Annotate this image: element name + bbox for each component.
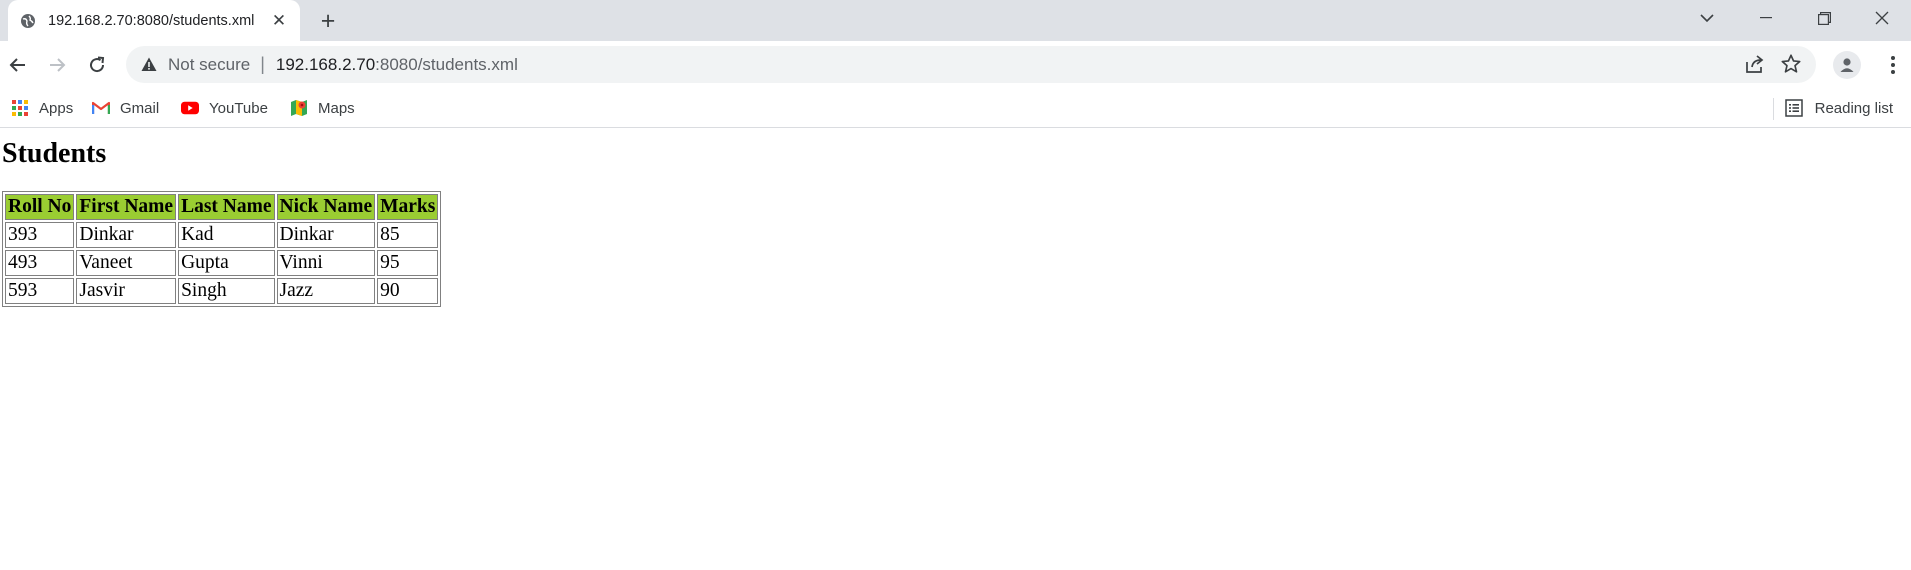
page-title: Students: [2, 138, 107, 169]
bookmark-maps[interactable]: Maps: [290, 88, 355, 128]
bookmark-label: Apps: [39, 99, 74, 117]
table-row: 493 Vaneet Gupta Vinni 95: [5, 250, 439, 276]
cell-first-name: Jasvir: [76, 278, 177, 304]
cell-nick-name: Jazz: [276, 278, 376, 304]
reload-icon[interactable]: [81, 49, 113, 81]
new-tab-icon[interactable]: +: [314, 7, 342, 35]
column-header-nick-name: Nick Name: [276, 194, 376, 220]
tab-title: 192.168.2.70:8080/students.xml: [48, 12, 255, 29]
gmail-icon: [92, 99, 110, 117]
cell-marks: 90: [377, 278, 439, 304]
column-header-first-name: First Name: [76, 194, 177, 220]
cell-marks: 85: [377, 222, 439, 248]
url-host: 192.168.2.70: [275, 54, 376, 74]
share-icon[interactable]: [1744, 54, 1766, 76]
window-close-icon[interactable]: [1853, 0, 1911, 36]
bookmark-youtube[interactable]: YouTube: [181, 88, 268, 128]
bookmarks-bar: Apps Gmail YouTube Maps Reading list: [0, 88, 1911, 128]
minimize-icon[interactable]: [1737, 0, 1795, 36]
tab-strip: 192.168.2.70:8080/students.xml ✕ +: [0, 0, 1911, 41]
bookmark-label: Maps: [318, 99, 355, 117]
globe-icon: [18, 11, 38, 31]
cell-first-name: Vaneet: [76, 250, 177, 276]
students-table: Roll No First Name Last Name Nick Name M…: [2, 191, 442, 307]
omnibox-separator: |: [260, 54, 265, 74]
bookmark-label: YouTube: [209, 99, 268, 117]
bookmark-label: Gmail: [120, 99, 160, 117]
bookmark-gmail[interactable]: Gmail: [92, 88, 159, 128]
cell-last-name: Singh: [178, 278, 275, 304]
maps-icon: [290, 99, 308, 117]
reading-list-button[interactable]: Reading list: [1784, 88, 1893, 128]
restore-icon[interactable]: [1795, 0, 1853, 36]
forward-icon[interactable]: [41, 49, 73, 81]
table-header-row: Roll No First Name Last Name Nick Name M…: [5, 194, 439, 220]
cell-roll-no: 593: [5, 278, 75, 304]
table-row: 593 Jasvir Singh Jazz 90: [5, 278, 439, 304]
back-icon[interactable]: [2, 49, 34, 81]
cell-last-name: Kad: [178, 222, 275, 248]
youtube-icon: [181, 99, 199, 117]
cell-roll-no: 493: [5, 250, 75, 276]
address-bar[interactable]: Not secure | 192.168.2.70:8080/students.…: [126, 46, 1816, 83]
cell-nick-name: Dinkar: [276, 222, 376, 248]
column-header-roll-no: Roll No: [5, 194, 75, 220]
tab-close-icon[interactable]: ✕: [268, 10, 290, 32]
reading-list-label: Reading list: [1814, 99, 1893, 117]
browser-tab[interactable]: 192.168.2.70:8080/students.xml ✕: [8, 0, 300, 41]
url-path: :8080/students.xml: [375, 54, 518, 74]
bookmark-apps[interactable]: Apps: [11, 88, 73, 128]
cell-nick-name: Vinni: [276, 250, 376, 276]
column-header-last-name: Last Name: [178, 194, 275, 220]
bookmarks-divider: [1773, 98, 1774, 120]
profile-avatar-icon[interactable]: [1833, 51, 1861, 79]
cell-last-name: Gupta: [178, 250, 275, 276]
more-menu-icon[interactable]: [1889, 53, 1897, 77]
page-content: Students Roll No First Name Last Name Ni…: [0, 138, 1911, 307]
tab-search-icon[interactable]: [1678, 0, 1736, 36]
column-header-marks: Marks: [377, 194, 439, 220]
cell-roll-no: 393: [5, 222, 75, 248]
security-label[interactable]: Not secure: [168, 55, 250, 75]
apps-grid-icon: [11, 99, 29, 117]
bookmark-star-icon[interactable]: [1780, 53, 1804, 77]
table-row: 393 Dinkar Kad Dinkar 85: [5, 222, 439, 248]
cell-first-name: Dinkar: [76, 222, 177, 248]
warning-icon[interactable]: [139, 55, 159, 75]
browser-toolbar: Not secure | 192.168.2.70:8080/students.…: [0, 41, 1911, 88]
cell-marks: 95: [377, 250, 439, 276]
reading-list-icon: [1784, 99, 1803, 117]
